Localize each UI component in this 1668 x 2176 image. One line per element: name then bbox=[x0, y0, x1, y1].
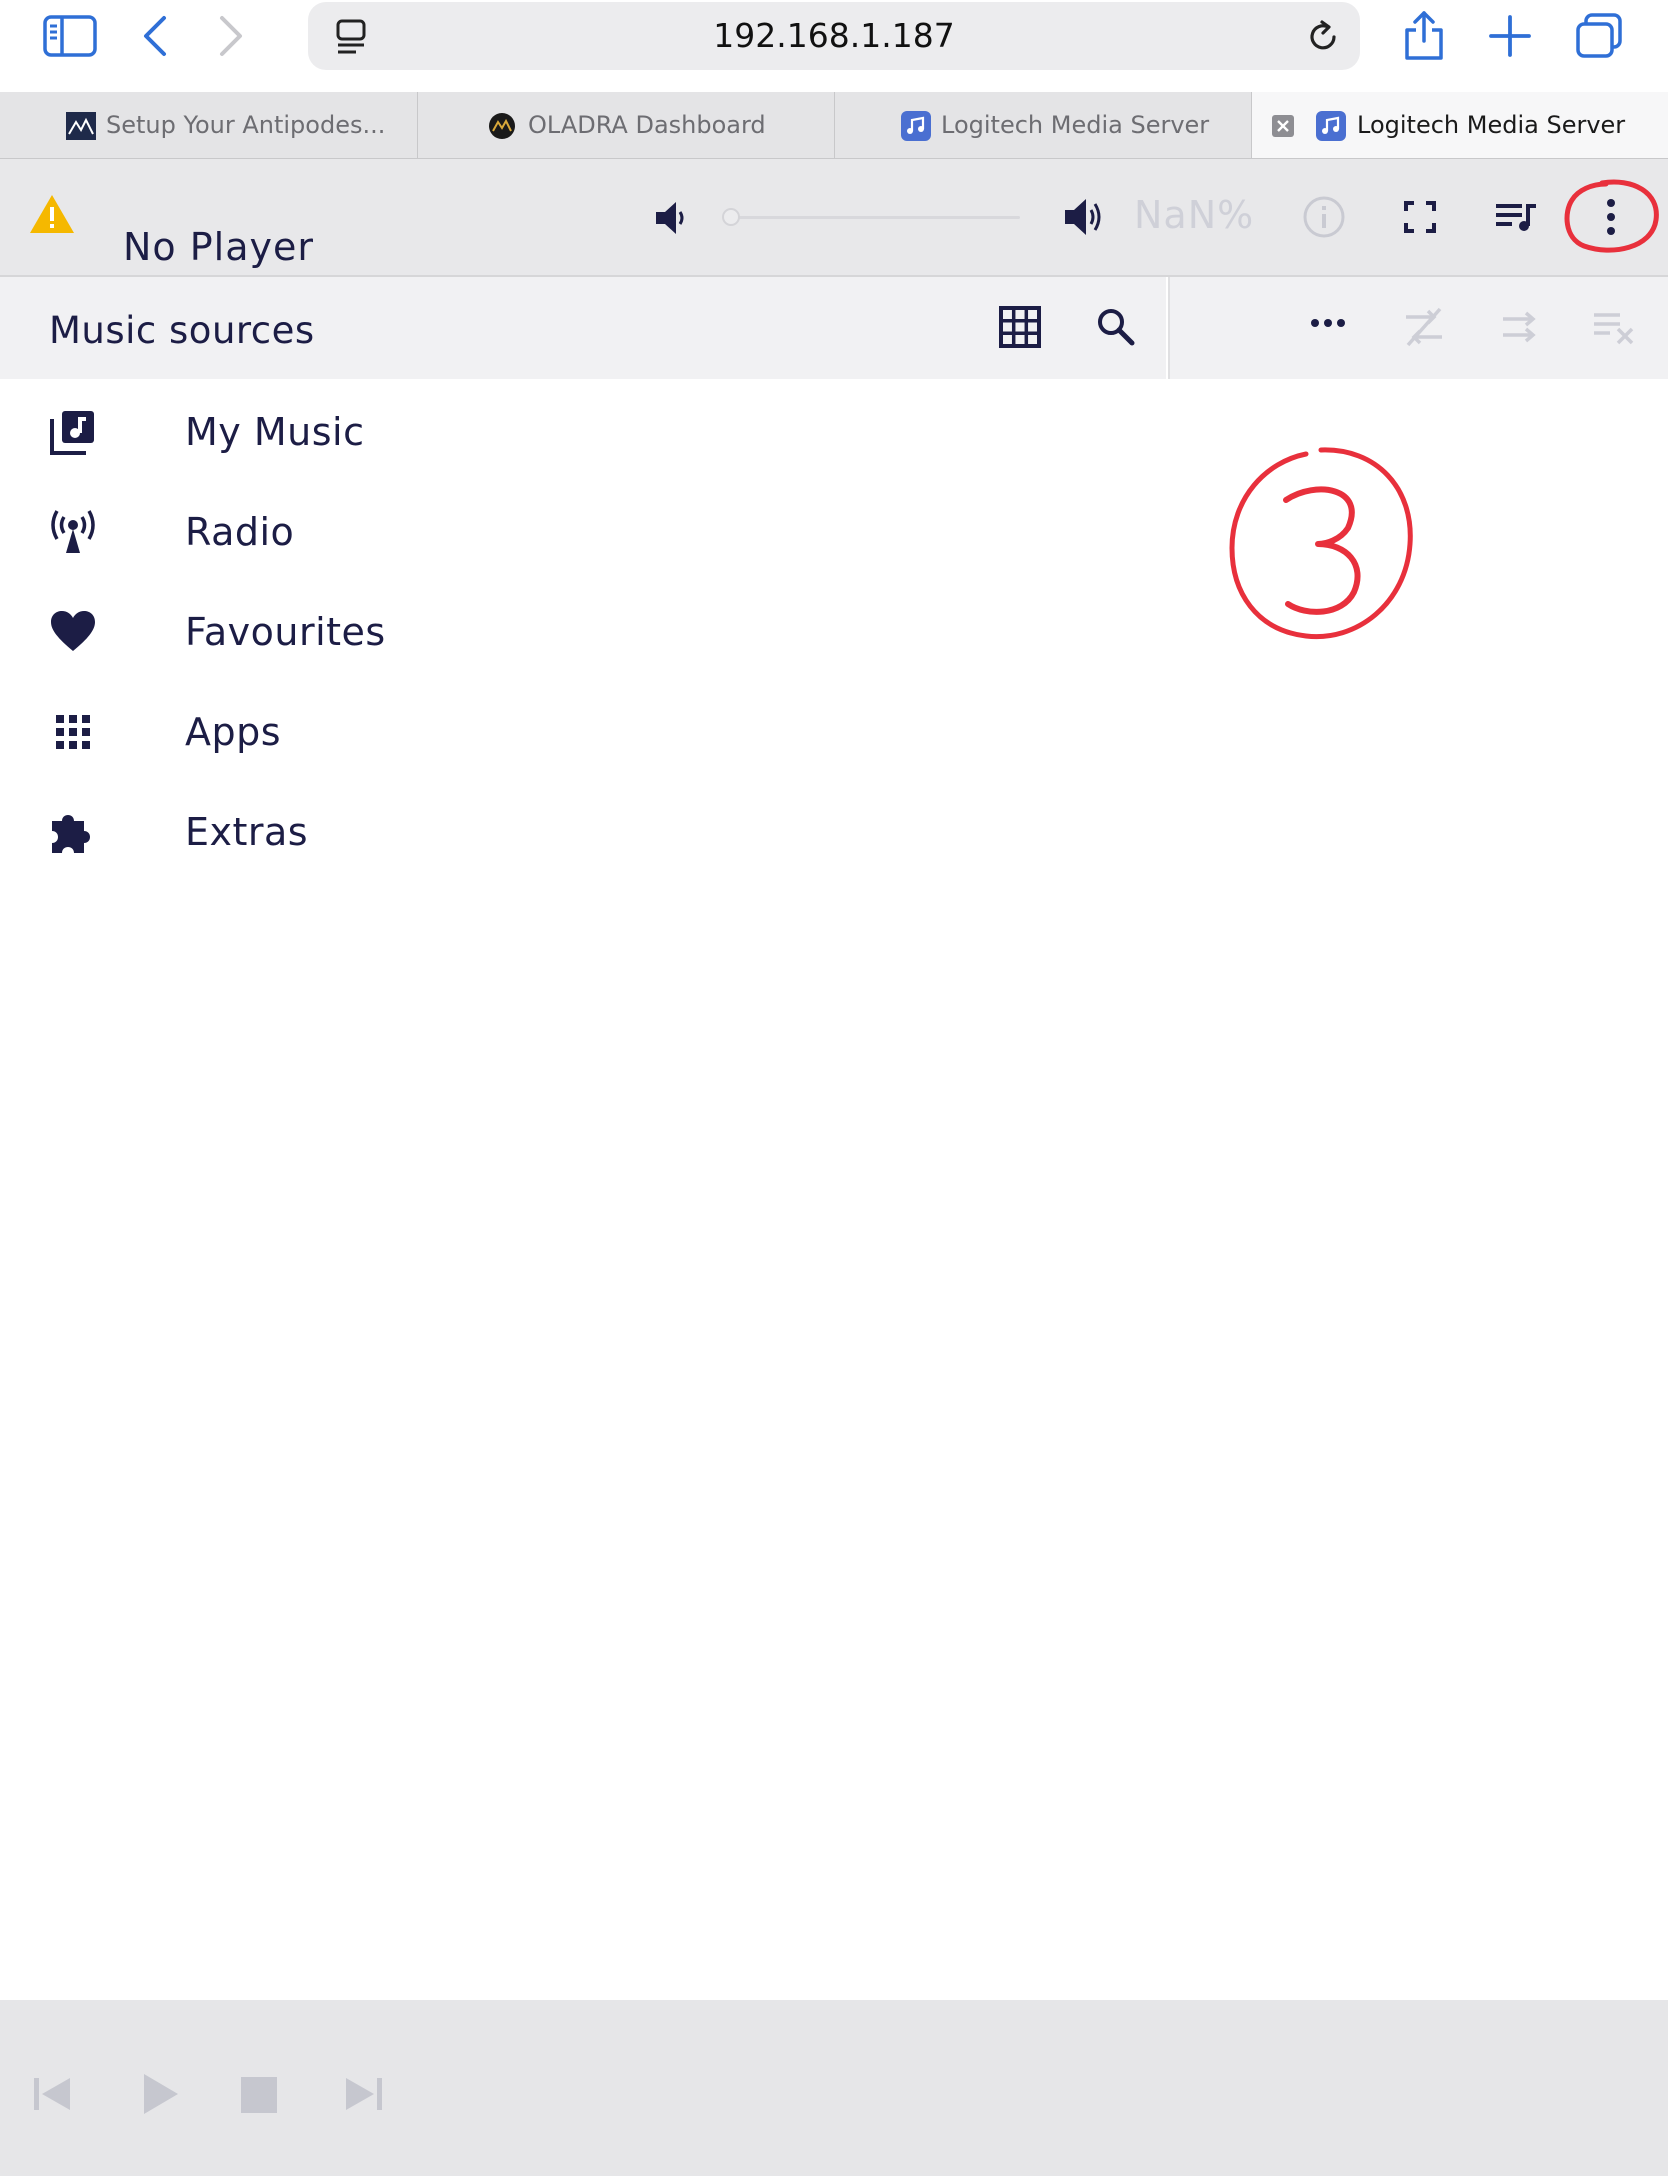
music-note-favicon-icon bbox=[1316, 111, 1346, 141]
library-music-icon bbox=[48, 407, 98, 457]
tab-antipodes-setup[interactable]: Setup Your Antipodes... bbox=[0, 92, 418, 158]
volume-up-icon[interactable] bbox=[1062, 195, 1106, 239]
forward-icon[interactable] bbox=[216, 14, 246, 58]
search-icon[interactable] bbox=[1096, 307, 1136, 347]
browse-header: Music sources bbox=[0, 277, 1166, 379]
tab-overview-icon[interactable] bbox=[1574, 12, 1624, 60]
tab-strip: Setup Your Antipodes... OLADRA Dashboard… bbox=[0, 92, 1668, 159]
puzzle-icon bbox=[48, 807, 98, 857]
back-icon[interactable] bbox=[140, 14, 170, 58]
next-track-icon[interactable] bbox=[344, 2074, 384, 2114]
reload-icon[interactable] bbox=[1304, 18, 1342, 56]
shuffle-disabled-icon[interactable] bbox=[1500, 307, 1540, 347]
list-item-label: Radio bbox=[185, 510, 295, 554]
volume-slider-thumb[interactable] bbox=[722, 208, 740, 226]
oladra-favicon-icon bbox=[488, 112, 516, 140]
heart-icon bbox=[48, 607, 98, 657]
tab-label: Logitech Media Server bbox=[1357, 111, 1626, 139]
list-item-radio[interactable]: Radio bbox=[0, 482, 1166, 582]
annotation-circle-highlight bbox=[1562, 178, 1662, 258]
list-item-favourites[interactable]: Favourites bbox=[0, 582, 1166, 682]
clear-queue-icon[interactable] bbox=[1592, 309, 1636, 345]
fullscreen-icon[interactable] bbox=[1402, 199, 1438, 235]
volume-percent: NaN% bbox=[1134, 193, 1255, 237]
queue-header bbox=[1168, 277, 1668, 379]
warning-icon[interactable] bbox=[28, 193, 76, 235]
new-tab-icon[interactable] bbox=[1488, 14, 1532, 58]
queue-more-icon[interactable] bbox=[1308, 313, 1348, 333]
list-item-label: Apps bbox=[185, 710, 282, 754]
info-icon[interactable] bbox=[1302, 195, 1346, 239]
radio-tower-icon bbox=[48, 507, 98, 557]
list-item-label: Extras bbox=[185, 810, 309, 854]
address-bar[interactable]: 192.168.1.187 bbox=[308, 2, 1360, 70]
antipodes-favicon-icon bbox=[66, 112, 96, 140]
list-item-apps[interactable]: Apps bbox=[0, 682, 1166, 782]
sidebar-toggle-icon[interactable] bbox=[42, 14, 98, 58]
close-tab-icon[interactable] bbox=[1272, 115, 1294, 137]
list-item-my-music[interactable]: My Music bbox=[0, 382, 1166, 482]
volume-slider-track bbox=[726, 216, 1020, 219]
previous-track-icon[interactable] bbox=[32, 2074, 72, 2114]
tab-oladra-dashboard[interactable]: OLADRA Dashboard bbox=[418, 92, 835, 158]
list-item-label: Favourites bbox=[185, 610, 386, 654]
player-toolbar: No Player NaN% bbox=[0, 159, 1668, 277]
stop-icon[interactable] bbox=[240, 2076, 278, 2114]
volume-down-icon[interactable] bbox=[652, 199, 688, 237]
tab-label: OLADRA Dashboard bbox=[528, 111, 766, 139]
music-note-favicon-icon bbox=[901, 111, 931, 141]
browser-toolbar: 192.168.1.187 bbox=[0, 0, 1668, 92]
tab-label: Logitech Media Server bbox=[941, 111, 1210, 139]
repeat-disabled-icon[interactable] bbox=[1402, 305, 1446, 349]
list-item-extras[interactable]: Extras bbox=[0, 782, 1166, 882]
url-text: 192.168.1.187 bbox=[713, 16, 955, 55]
volume-slider[interactable] bbox=[722, 208, 1020, 226]
list-item-label: My Music bbox=[185, 410, 365, 454]
queue-music-icon[interactable] bbox=[1494, 199, 1538, 235]
player-name[interactable]: No Player bbox=[123, 225, 314, 269]
play-icon[interactable] bbox=[140, 2072, 180, 2116]
tab-logitech-media-server-active[interactable]: Logitech Media Server bbox=[1252, 92, 1668, 158]
transport-bar bbox=[0, 2000, 1668, 2176]
apps-grid-icon bbox=[48, 707, 98, 757]
annotation-step-number: 3 bbox=[1226, 444, 1416, 644]
tab-logitech-media-server[interactable]: Logitech Media Server bbox=[835, 92, 1252, 158]
tab-label: Setup Your Antipodes... bbox=[106, 111, 386, 139]
browse-title: Music sources bbox=[49, 309, 315, 352]
share-icon[interactable] bbox=[1402, 8, 1446, 62]
grid-view-icon[interactable] bbox=[998, 305, 1042, 349]
